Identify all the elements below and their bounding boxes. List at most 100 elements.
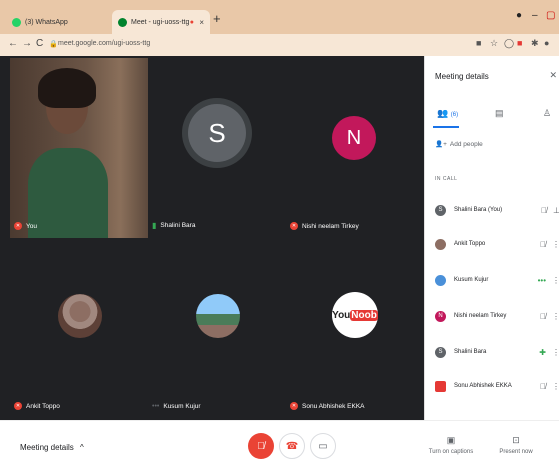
participant-avatar: S <box>435 346 446 358</box>
mic-off-icon: 🎙̸ <box>540 311 546 321</box>
back-button[interactable]: ← <box>8 38 18 49</box>
more-options-icon[interactable]: ⋮ <box>552 240 559 249</box>
mic-off-icon: ✕ <box>290 402 298 410</box>
camera-permission-icon[interactable]: ■ <box>476 38 481 48</box>
participant-name: Shalini Bara <box>454 349 487 355</box>
leave-call-button[interactable]: ☎ <box>279 433 305 459</box>
camera-icon: ▭ <box>318 440 328 452</box>
mic-off-icon: 🎙̸ <box>257 440 265 452</box>
pin-icon[interactable]: ⊥ <box>553 206 559 215</box>
captions-button[interactable]: ▣ Turn on captions <box>421 435 481 455</box>
more-options-icon[interactable]: ⋮ <box>552 348 559 357</box>
participant-avatar <box>435 380 446 392</box>
new-tab-button[interactable]: + <box>213 11 221 26</box>
participant-row[interactable]: N Nishi neelam Tirkey 🎙̸ ⋮ <box>435 306 559 326</box>
audio-indicator-icon: ••• <box>537 275 546 285</box>
avatar-ankit <box>58 294 102 338</box>
tile-name-kusum: ••• Kusum Kujur <box>152 403 201 410</box>
in-call-heading: IN CALL <box>435 176 458 182</box>
video-tile-nishi[interactable]: N ✕ Nishi neelam Tirkey <box>286 58 424 238</box>
lock-icon: 🔒 <box>49 41 58 48</box>
participant-name: Kusum Kujur <box>454 277 489 283</box>
bottom-control-bar: Meeting details ^ 🎙̸ ☎ ▭ ▣ Turn on capti… <box>0 420 559 470</box>
add-people-button[interactable]: 👤+ Add people <box>435 140 483 149</box>
mic-off-icon: 🎙̸ <box>540 239 546 249</box>
speaking-icon: ✚ <box>539 347 546 357</box>
tile-name-ankit: ✕ Ankit Toppo <box>14 402 60 410</box>
chevron-up-icon: ^ <box>80 443 84 452</box>
video-tile-shalini[interactable]: S ▮ Shalini Bara <box>148 58 286 238</box>
participant-row[interactable]: S Shalini Bara (You) 🎙̸ ⊥ <box>435 200 559 220</box>
tile-name-sonu: ✕ Sonu Abhishek EKKA <box>290 402 365 410</box>
minimize-icon[interactable]: – <box>532 10 538 21</box>
participant-row[interactable]: Kusum Kujur ••• ⋮ <box>435 270 559 290</box>
participant-row[interactable]: Sonu Abhishek EKKA 🎙̸ ⋮ <box>435 376 559 396</box>
video-tile-you[interactable]: ✕ You <box>10 58 148 238</box>
video-tile-ankit[interactable]: ✕ Ankit Toppo <box>10 238 148 418</box>
participant-name: Ankit Toppo <box>454 241 486 247</box>
avatar-nishi: N <box>332 116 376 160</box>
participant-name: Sonu Abhishek EKKA <box>454 383 512 389</box>
speaking-icon: ▮ <box>152 221 157 230</box>
participant-avatar: S <box>435 204 446 216</box>
browser-tab-bar: (3) WhatsApp × Meet - ugi-uoss-ttg ● × +… <box>0 0 559 34</box>
more-options-icon[interactable]: ⋮ <box>552 276 559 285</box>
tab-people[interactable]: 👥 (6) <box>437 108 458 119</box>
mic-off-icon: 🎙̸ <box>540 381 546 391</box>
extension-red-icon[interactable]: ■ <box>517 38 522 48</box>
mic-toggle-button[interactable]: 🎙̸ <box>248 433 274 459</box>
panel-title: Meeting details <box>435 72 489 81</box>
participant-name: Shalini Bara (You) <box>454 207 503 213</box>
url-field[interactable]: meet.google.com/ugi-uoss-ttg <box>58 40 150 47</box>
close-panel-icon[interactable]: ✕ <box>549 70 557 81</box>
mic-off-icon: ✕ <box>290 222 298 230</box>
participant-avatar <box>435 238 446 250</box>
participant-name: Nishi neelam Tirkey <box>454 313 507 319</box>
tab-meet[interactable]: Meet - ugi-uoss-ttg ● × <box>112 10 210 34</box>
people-icon: 👥 <box>437 108 449 118</box>
video-tile-sonu[interactable]: You Noob ✕ Sonu Abhishek EKKA <box>286 238 424 418</box>
puzzle-icon[interactable]: ✱ <box>531 38 539 49</box>
mic-off-icon: ✕ <box>14 222 22 230</box>
activities-icon: ♙ <box>543 108 552 118</box>
whatsapp-icon <box>12 17 21 27</box>
tab-title: (3) WhatsApp <box>25 18 68 26</box>
more-options-icon[interactable]: ⋮ <box>552 312 559 321</box>
more-options-icon[interactable]: ⋮ <box>552 382 559 391</box>
extension-icon[interactable]: ◯ <box>504 38 514 49</box>
youtube-logo: You Noob <box>332 292 378 338</box>
profile-dot-icon[interactable]: ● <box>516 10 522 21</box>
forward-button[interactable]: → <box>22 38 32 49</box>
meet-icon <box>118 17 127 27</box>
participant-row[interactable]: S Shalini Bara ✚ ⋮ <box>435 342 559 362</box>
avatar-shalini: S <box>188 104 246 162</box>
clothing-shape <box>28 148 108 238</box>
participant-row[interactable]: Ankit Toppo 🎙̸ ⋮ <box>435 234 559 254</box>
active-tab-indicator <box>433 126 459 128</box>
hair-shape <box>38 68 96 108</box>
reload-button[interactable]: C <box>36 38 43 49</box>
meeting-details-panel: Meeting details ✕ 👥 (6) ▤ ♙ 👤+ Add peopl… <box>424 56 559 420</box>
video-tile-kusum[interactable]: ••• Kusum Kujur <box>148 238 286 418</box>
mic-off-icon: ✕ <box>14 402 22 410</box>
tab-title: Meet - ugi-uoss-ttg <box>131 18 190 26</box>
mic-off-icon: 🎙̸ <box>541 205 548 215</box>
add-person-icon: 👤+ <box>435 141 447 148</box>
close-tab-icon[interactable]: × <box>199 18 204 27</box>
recording-dot-icon: ● <box>189 18 194 26</box>
profile-avatar[interactable]: ● <box>544 38 549 48</box>
bookmark-star-icon[interactable]: ☆ <box>490 38 498 49</box>
restore-icon[interactable]: ▢ <box>546 10 555 21</box>
meeting-details-button[interactable]: Meeting details ^ <box>20 443 84 452</box>
camera-toggle-button[interactable]: ▭ <box>310 433 336 459</box>
tile-name-shalini: ▮ Shalini Bara <box>152 221 196 230</box>
tab-whatsapp[interactable]: (3) WhatsApp × <box>6 10 124 34</box>
tab-chat[interactable]: ▤ <box>495 108 504 119</box>
present-now-button[interactable]: ⊡ Present now <box>486 435 546 455</box>
participant-avatar <box>435 274 446 286</box>
tile-name-nishi: ✕ Nishi neelam Tirkey <box>290 222 359 230</box>
tab-activities[interactable]: ♙ <box>543 108 551 119</box>
present-icon: ⊡ <box>512 435 520 445</box>
participant-avatar: N <box>435 310 446 322</box>
captions-icon: ▣ <box>446 435 456 445</box>
